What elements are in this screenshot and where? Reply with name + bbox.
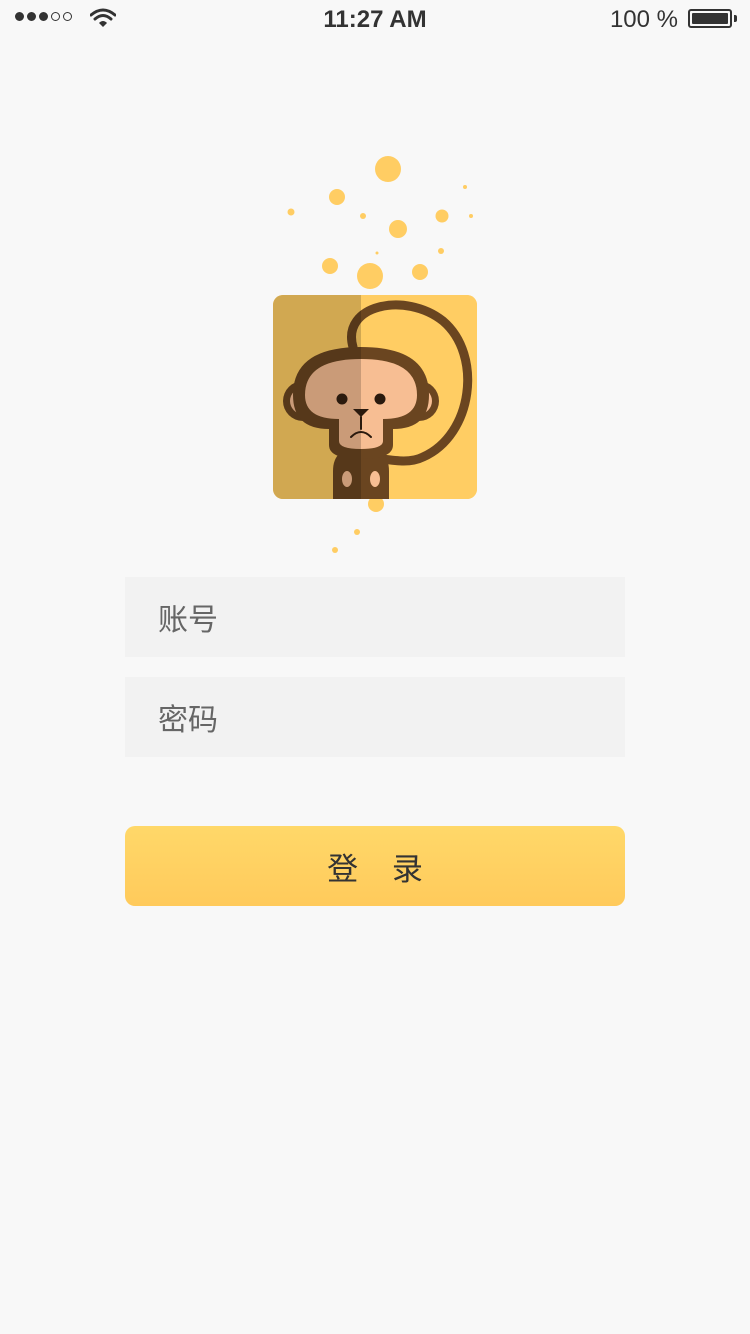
- password-placeholder: 密码: [158, 703, 218, 738]
- login-button-label: 登 录: [327, 851, 435, 888]
- login-button[interactable]: 登 录: [125, 826, 625, 906]
- account-placeholder: 账号: [158, 603, 218, 638]
- account-input[interactable]: 账号: [125, 577, 625, 657]
- monkey-logo-icon: [273, 295, 477, 499]
- password-input[interactable]: 密码: [125, 677, 625, 757]
